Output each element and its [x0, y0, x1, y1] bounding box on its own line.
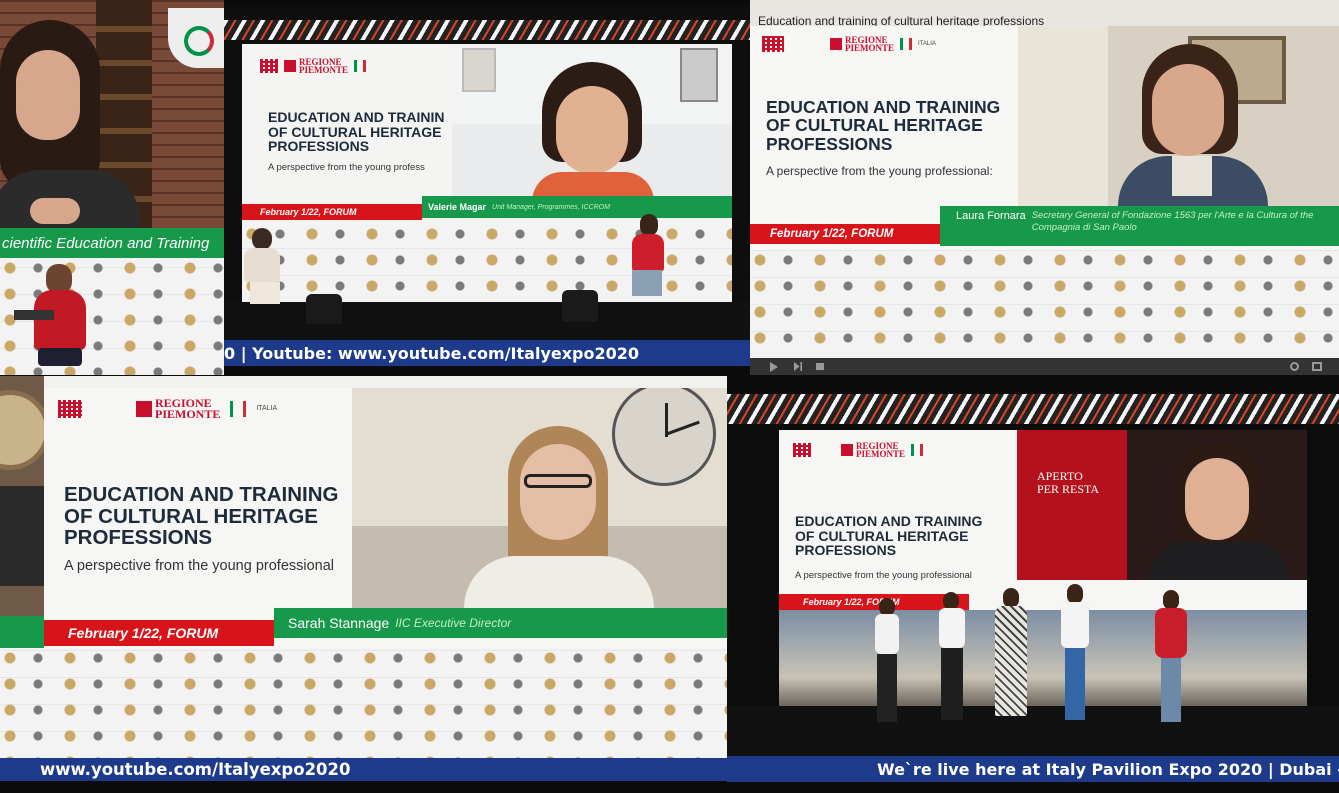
- panel-3-webinar-screenshot: Education and training of cultural herit…: [750, 0, 1339, 375]
- screen-slide: REGIONE PIEMONTE ITALIA EDUCATION AND TR…: [44, 388, 727, 648]
- webcam-inset: APERTO PER RESTA: [1017, 430, 1307, 580]
- left-strip-green: [0, 616, 44, 648]
- screen-slide: REGIONE PIEMONTE EDUCATION AND TRAINING …: [779, 430, 1307, 610]
- date-bar: February 1/22, FORUM: [750, 224, 940, 244]
- screen-slide: REGIONE PIEMONTE ITALIA EDUCATION AND TR…: [750, 26, 1339, 250]
- caption-text: cientific Education and Training: [2, 234, 210, 252]
- regione-piemonte-logo: REGIONE PIEMONTE: [284, 57, 348, 75]
- italia-logo-icon: [911, 444, 924, 457]
- slide-logos: REGIONE PIEMONTE: [793, 441, 924, 459]
- regione-piemonte-logo: REGIONE PIEMONTE: [841, 441, 905, 459]
- moderator-red-jacket: [618, 214, 678, 310]
- panel-5-stage-video: REGIONE PIEMONTE EDUCATION AND TRAINING …: [727, 392, 1339, 782]
- italia-logo-text: ITALIA: [256, 405, 278, 413]
- fondazione-logo-icon: [762, 36, 784, 53]
- panelist-3: [991, 588, 1031, 728]
- slide-title: EDUCATION AND TRAINING OF CULTURAL HERIT…: [64, 483, 339, 550]
- speaker-role: Unit Manager, Programmes, ICCROM: [492, 203, 610, 211]
- fondazione-logo-icon: [260, 59, 278, 74]
- webcam-inset: [352, 388, 727, 608]
- speaker-woman-figure: [0, 20, 140, 240]
- next-icon[interactable]: [794, 362, 802, 371]
- speaker-name: Laura Fornara: [956, 210, 1026, 222]
- window-light: [1018, 26, 1108, 208]
- volume-icon[interactable]: [816, 363, 824, 370]
- slide-title: EDUCATION AND TRAINING OF CULTURAL HERIT…: [795, 513, 983, 559]
- slide-subtitle: A perspective from the young professiona…: [64, 558, 335, 574]
- play-icon[interactable]: [770, 362, 778, 372]
- caption-bar: cientific Education and Training: [0, 228, 224, 258]
- speaker-smiling-woman: [528, 62, 658, 196]
- slide-subtitle: A perspective from the young profess: [268, 162, 425, 173]
- panelist-4-holding-microphone: [1057, 584, 1093, 728]
- youtube-ticker: 0 | Youtube: www.youtube.com/Italyexpo20…: [224, 340, 750, 366]
- panel-2-stage-video: REGIONE PIEMONTE EDUCATION AND TRAININ O…: [224, 6, 750, 366]
- panelist-5-red-jacket: [1151, 590, 1191, 728]
- sponsor-backdrop: [0, 648, 727, 758]
- speaker-name: Valerie Magar: [428, 202, 487, 212]
- panelist-1: [871, 598, 901, 728]
- settings-icon[interactable]: [1290, 362, 1299, 371]
- screen-slide: REGIONE PIEMONTE EDUCATION AND TRAININ O…: [242, 44, 732, 224]
- sponsor-backdrop: [750, 250, 1339, 358]
- led-strip-top: [224, 20, 750, 40]
- panelist-2: [935, 592, 967, 728]
- live-ticker: We`re live here at Italy Pavilion Expo 2…: [727, 756, 1339, 782]
- moderator-red-jacket: [14, 262, 104, 375]
- italia-logo-icon: [900, 38, 913, 51]
- video-player-controls[interactable]: [750, 358, 1339, 375]
- italia-logo-icon: [354, 60, 367, 73]
- date-bar: February 1/22, FORUM: [44, 620, 274, 646]
- left-strip-clock: [0, 376, 50, 648]
- italia-logo-text: ITALIA: [918, 41, 936, 48]
- speaker-name: Sarah Stannage: [288, 615, 390, 631]
- speaker-name-bar: Laura Fornara Secretary General of Fonda…: [940, 206, 1339, 246]
- backdrop-photo: [779, 610, 1307, 706]
- speaker-name-bar: Sarah Stannage IIC Executive Director: [274, 608, 727, 638]
- flag-emblem: [168, 8, 224, 68]
- speaker-role: Secretary General of Fondazione 1563 per…: [1031, 210, 1314, 233]
- date-bar: February 1/22, FORUM: [242, 204, 422, 220]
- speaker-woman-glasses: [464, 426, 654, 608]
- slide-logos: REGIONE PIEMONTE: [260, 57, 367, 75]
- webcam-inset: [452, 44, 732, 196]
- moderator-seated-left: [234, 228, 294, 308]
- speaker-young-woman: [1149, 442, 1289, 580]
- regione-piemonte-logo: REGIONE PIEMONTE: [830, 35, 894, 53]
- ticker-text: www.youtube.com/Italyexpo2020: [40, 760, 351, 779]
- youtube-ticker: www.youtube.com/Italyexpo2020: [0, 758, 727, 781]
- stage-floor: [727, 706, 1339, 756]
- red-sign-banner: APERTO PER RESTA: [1017, 430, 1127, 580]
- panel-1-video-still: cientific Education and Training: [0, 0, 224, 375]
- speaker-name-bar: Valerie Magar Unit Manager, Programmes, …: [422, 196, 732, 218]
- fondazione-logo-icon: [58, 399, 82, 418]
- slide-logos: REGIONE PIEMONTE ITALIA: [762, 35, 936, 53]
- led-strip-top: [727, 394, 1339, 424]
- wall-frame-left: [462, 48, 496, 92]
- italia-logo-icon: [230, 400, 247, 417]
- speaker-woman-dark-hair: [1118, 44, 1268, 208]
- webcam-inset: [1018, 26, 1339, 208]
- slide-logos: REGIONE PIEMONTE ITALIA: [58, 397, 278, 420]
- stage-speaker-box-right: [562, 290, 598, 322]
- speaker-role: IIC Executive Director: [395, 616, 512, 630]
- slide-subtitle: A perspective from the young professiona…: [795, 570, 972, 581]
- fullscreen-icon[interactable]: [1312, 362, 1322, 371]
- stage-speaker-box-left: [306, 294, 342, 324]
- slide-title: EDUCATION AND TRAINING OF CULTURAL HERIT…: [766, 97, 1001, 154]
- regione-piemonte-logo: REGIONE PIEMONTE: [136, 397, 220, 420]
- ticker-text: We`re live here at Italy Pavilion Expo 2…: [877, 759, 1339, 779]
- sign-text: APERTO PER RESTA: [1037, 469, 1100, 497]
- glasses-icon: [524, 474, 592, 488]
- slide-title: EDUCATION AND TRAININ OF CULTURAL HERITA…: [268, 109, 445, 155]
- ticker-text: 0 | Youtube: www.youtube.com/Italyexpo20…: [224, 343, 640, 363]
- wall-frame-right: [680, 48, 718, 102]
- fondazione-logo-icon: [793, 443, 811, 458]
- slide-subtitle: A perspective from the young professiona…: [766, 164, 993, 178]
- panel-4-webinar-video: REGIONE PIEMONTE ITALIA EDUCATION AND TR…: [0, 376, 727, 781]
